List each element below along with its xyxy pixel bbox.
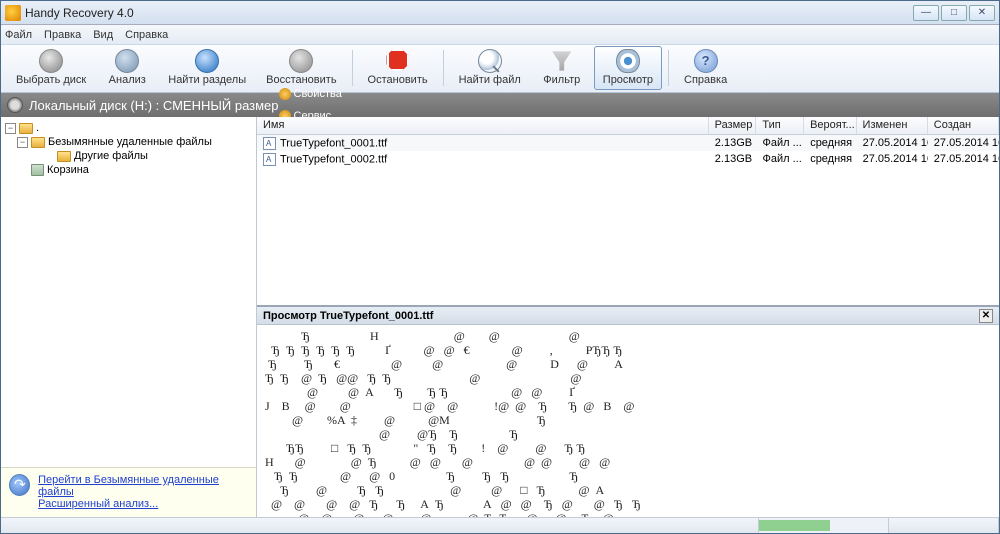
main-body: − . − Безымянные удаленные файлы Другие … [1,117,999,517]
maximize-button[interactable]: □ [941,5,967,21]
preview-close-button[interactable]: ✕ [979,309,993,323]
file-list-header: Имя Размер Тип Вероят... Изменен Создан [257,117,999,135]
tree-root[interactable]: − . [3,121,254,135]
disk-path-icon [7,97,23,113]
tb-find-file[interactable]: Найти файл [450,46,530,90]
collapse-icon[interactable]: − [17,137,28,148]
status-segment [889,518,999,533]
recycle-icon [31,164,44,176]
tb-recover[interactable]: Восстановить [257,46,345,90]
preview-title: Просмотр TrueTypefont_0001.ttf [263,310,433,322]
col-name[interactable]: Имя [257,117,709,134]
file-row[interactable]: TrueTypefont_0002.ttf 2.13GB Файл ... ср… [257,151,999,167]
status-bar [1,517,999,533]
preview-panel: Просмотр TrueTypefont_0001.ttf ✕ Ђ Н @ @… [257,305,999,517]
font-file-icon [263,153,276,166]
font-file-icon [263,137,276,150]
window-buttons: — □ ✕ [913,5,995,21]
tree-recycle-bin[interactable]: Корзина [3,163,254,177]
tb-help[interactable]: Справка [675,46,736,90]
properties-link[interactable]: Свойства [279,88,993,100]
path-text: Локальный диск (H:) : СМЕННЫЙ размер [29,98,279,113]
advanced-analysis-link[interactable]: Расширенный анализ... [38,498,248,510]
right-panel: Имя Размер Тип Вероят... Изменен Создан … [257,117,999,517]
toolbar: Выбрать диск Анализ Найти разделы Восста… [1,45,999,93]
tree-deleted-files[interactable]: − Безымянные удаленные файлы [3,135,254,149]
tree-other-files[interactable]: Другие файлы [3,149,254,163]
filter-icon [550,49,574,73]
toolbar-separator [352,50,353,86]
preview-header: Просмотр TrueTypefont_0001.ttf ✕ [257,307,999,325]
app-icon [5,5,21,21]
stop-icon [387,49,409,71]
folder-tree-panel: − . − Безымянные удаленные файлы Другие … [1,117,257,517]
file-list[interactable]: TrueTypefont_0001.ttf 2.13GB Файл ... ср… [257,135,999,305]
recover-icon [289,49,313,73]
col-created[interactable]: Создан [928,117,999,134]
partitions-icon [195,49,219,73]
tb-preview[interactable]: Просмотр [594,46,662,90]
folder-icon [31,137,45,148]
file-row[interactable]: TrueTypefont_0001.ttf 2.13GB Файл ... ср… [257,135,999,151]
search-icon [478,49,502,73]
titlebar: Handy Recovery 4.0 — □ ✕ [1,1,999,25]
status-segment [1,518,759,533]
toolbar-separator [443,50,444,86]
folder-icon [19,123,33,134]
minimize-button[interactable]: — [913,5,939,21]
preview-content: Ђ Н @ @ @ Ђ Ђ Ђ Ђ Ђ Ђ Ґ @ @ € @ , РЂЂ Ђ … [257,325,999,517]
menu-view[interactable]: Вид [93,29,113,41]
toolbar-separator [668,50,669,86]
eye-icon [616,49,640,73]
menu-file[interactable]: Файл [5,29,32,41]
analyze-icon [115,49,139,73]
progress-bar [759,518,889,533]
app-window: Handy Recovery 4.0 — □ ✕ Файл Правка Вид… [0,0,1000,534]
menu-help[interactable]: Справка [125,29,168,41]
hint-panel: Перейти в Безымянные удаленные файлы Рас… [1,467,256,517]
window-title: Handy Recovery 4.0 [25,6,913,20]
goto-deleted-link[interactable]: Перейти в Безымянные удаленные файлы [38,474,248,498]
tb-select-disk[interactable]: Выбрать диск [7,46,95,90]
menubar: Файл Правка Вид Справка [1,25,999,45]
folder-icon [57,151,71,162]
path-bar: Локальный диск (H:) : СМЕННЫЙ размер Сво… [1,93,999,117]
tb-analyze[interactable]: Анализ [97,46,157,90]
col-type[interactable]: Тип [756,117,804,134]
gear-icon [279,88,291,100]
col-size[interactable]: Размер [709,117,757,134]
collapse-icon[interactable]: − [5,123,16,134]
goto-icon [9,474,30,496]
help-icon [694,49,718,73]
tb-stop[interactable]: Остановить [359,46,437,90]
close-button[interactable]: ✕ [969,5,995,21]
menu-edit[interactable]: Правка [44,29,81,41]
folder-tree[interactable]: − . − Безымянные удаленные файлы Другие … [1,117,256,467]
col-modified[interactable]: Изменен [857,117,928,134]
tb-find-partitions[interactable]: Найти разделы [159,46,255,90]
disk-icon [39,49,63,73]
col-probability[interactable]: Вероят... [804,117,856,134]
tb-filter[interactable]: Фильтр [532,46,592,90]
